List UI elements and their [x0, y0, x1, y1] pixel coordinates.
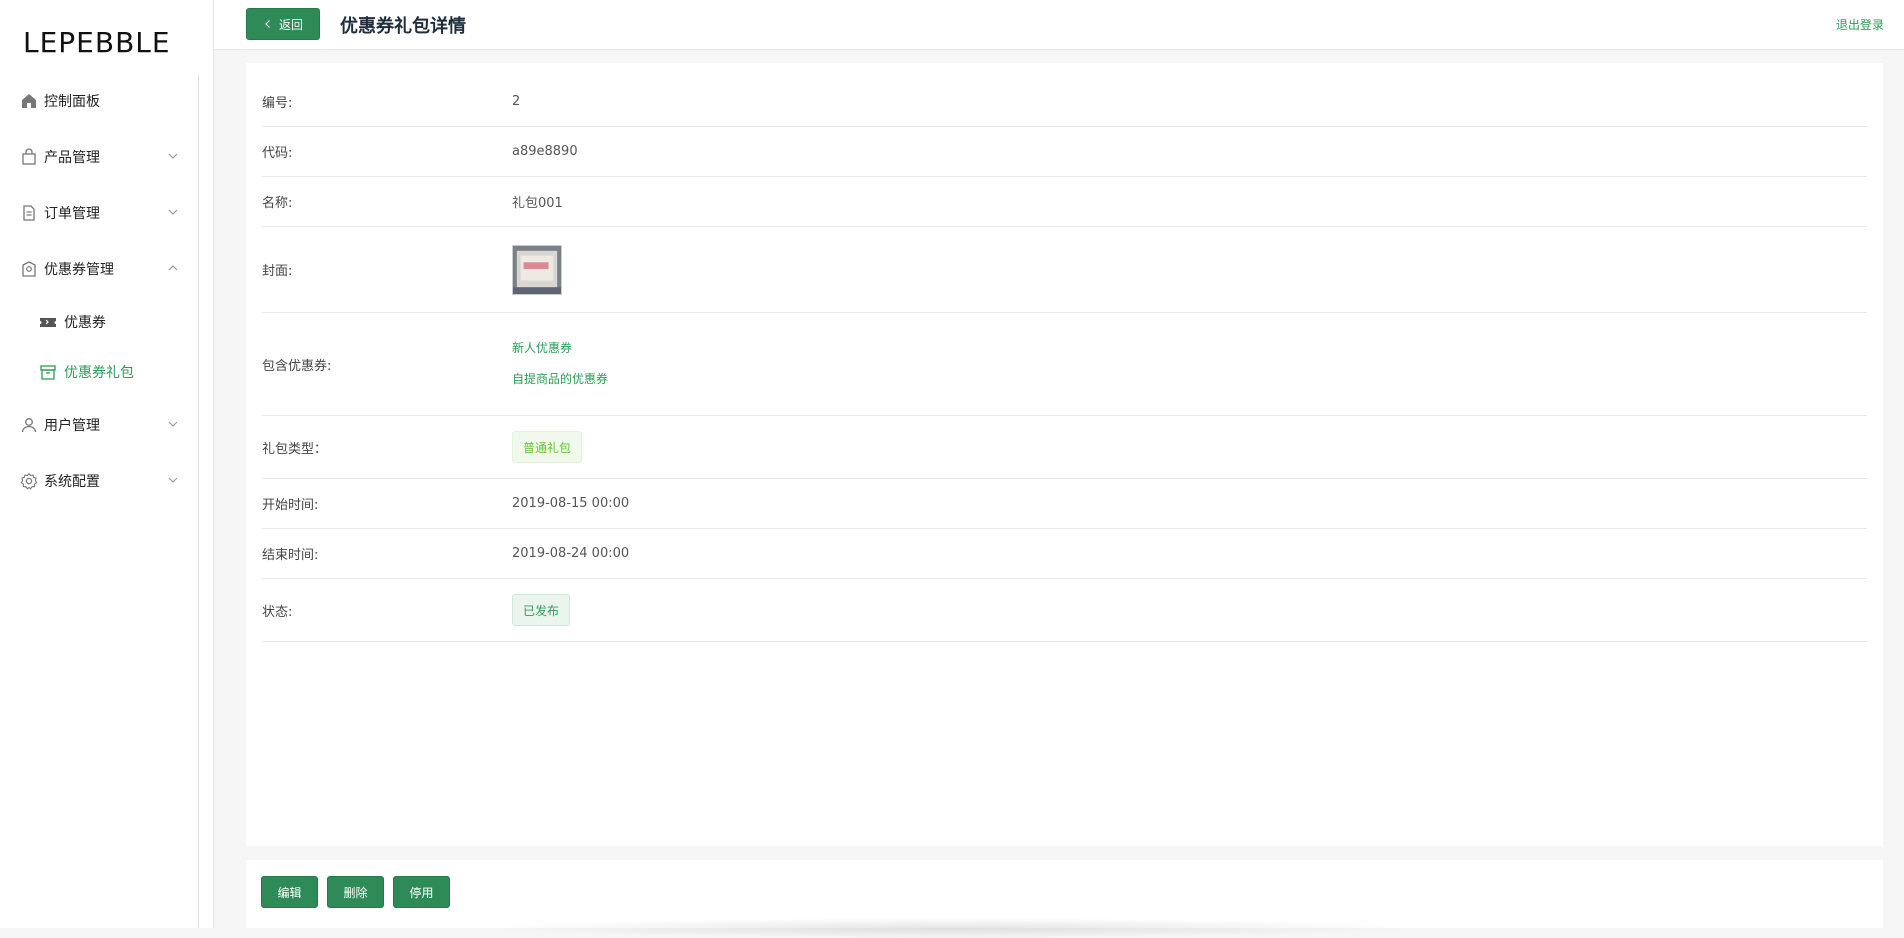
user-icon — [21, 418, 37, 433]
sidebar-item-orders[interactable]: 订单管理 — [0, 191, 199, 235]
status-badge: 已发布 — [512, 594, 571, 626]
type-value-wrap: 普通礼包 — [512, 431, 583, 463]
chevron-down-icon — [168, 421, 178, 427]
sidebar-item-label: 产品管理 — [44, 150, 100, 166]
sidebar-item-label: 用户管理 — [44, 418, 100, 434]
name-label: 名称: — [262, 196, 293, 211]
code-value: a89e8890 — [512, 144, 578, 159]
bottom-shadow — [480, 918, 1420, 938]
edit-button[interactable]: 编辑 — [261, 876, 318, 908]
detail-card: 编号: 2 代码: a89e8890 名称: 礼包001 封面: 包含优惠券: … — [246, 63, 1883, 846]
id-label: 编号: — [262, 96, 293, 111]
cover-label: 封面: — [262, 264, 293, 279]
sidebar-item-coupon-management[interactable]: 优惠券管理 — [0, 247, 199, 291]
detail-row-start: 开始时间: 2019-08-15 00:00 — [262, 479, 1867, 529]
sidebar-item-label: 订单管理 — [44, 206, 100, 222]
detail-row-cover: 封面: — [262, 227, 1867, 313]
name-value: 礼包001 — [512, 196, 563, 211]
sidebar-item-label: 优惠券管理 — [44, 262, 114, 278]
back-button-label: 返回 — [278, 17, 303, 32]
ticket-icon — [40, 318, 56, 327]
box-icon — [40, 365, 56, 380]
chevron-down-icon — [168, 153, 178, 159]
start-value: 2019-08-15 00:00 — [512, 496, 630, 511]
disable-button[interactable]: 停用 — [393, 876, 450, 908]
sidebar-item-coupons[interactable]: 优惠券 — [0, 300, 199, 344]
coupon-link[interactable]: 新人优惠券 — [512, 339, 608, 356]
gear-icon — [20, 472, 38, 490]
code-label: 代码: — [262, 146, 293, 161]
coupon-shield-icon — [22, 261, 36, 277]
sidebar-item-dashboard[interactable]: 控制面板 — [0, 79, 199, 123]
chevron-left-icon — [265, 20, 270, 28]
detail-row-status: 状态: 已发布 — [262, 579, 1867, 642]
back-button[interactable]: 返回 — [246, 8, 320, 40]
chevron-down-icon — [168, 209, 178, 215]
id-value: 2 — [512, 94, 521, 109]
document-icon — [23, 205, 35, 221]
end-value: 2019-08-24 00:00 — [512, 546, 630, 561]
coupon-link[interactable]: 自提商品的优惠券 — [512, 370, 608, 387]
sidebar-item-label: 系统配置 — [44, 474, 100, 490]
chevron-down-icon — [168, 477, 178, 483]
page-title: 优惠券礼包详情 — [340, 16, 466, 37]
sidebar-item-products[interactable]: 产品管理 — [0, 135, 199, 179]
type-label: 礼包类型： — [262, 441, 328, 457]
app-logo: LEPEBBLE — [23, 26, 171, 59]
package-type-tag: 普通礼包 — [512, 431, 583, 463]
status-label: 状态: — [262, 604, 293, 620]
sidebar: LEPEBBLE 控制面板 产品管理 订单管理 优惠券管理 优惠券 优惠券礼包 … — [0, 0, 214, 928]
home-icon — [22, 94, 36, 108]
detail-row-coupons: 包含优惠券: 新人优惠券 自提商品的优惠券 — [262, 313, 1867, 416]
detail-row-name: 名称: 礼包001 — [262, 177, 1867, 227]
sidebar-item-users[interactable]: 用户管理 — [0, 403, 199, 447]
end-label: 结束时间: — [262, 548, 319, 563]
coupons-label: 包含优惠券: — [262, 358, 332, 374]
logout-link[interactable]: 退出登录 — [1836, 16, 1884, 33]
detail-row-code: 代码: a89e8890 — [262, 127, 1867, 177]
detail-row-id: 编号: 2 — [262, 77, 1867, 127]
status-value-wrap: 已发布 — [512, 594, 571, 626]
sidebar-item-label: 优惠券礼包 — [64, 365, 134, 381]
start-label: 开始时间: — [262, 498, 319, 513]
delete-button[interactable]: 删除 — [327, 876, 384, 908]
detail-row-end: 结束时间: 2019-08-24 00:00 — [262, 529, 1867, 579]
sidebar-item-label: 控制面板 — [44, 94, 100, 110]
sidebar-item-coupon-packages[interactable]: 优惠券礼包 — [0, 350, 199, 394]
top-header: 返回 优惠券礼包详情 退出登录 — [214, 0, 1904, 50]
cover-value — [512, 244, 562, 295]
cover-image[interactable] — [512, 244, 562, 295]
detail-row-type: 礼包类型： 普通礼包 — [262, 416, 1867, 479]
bag-icon — [22, 148, 36, 165]
chevron-up-icon — [168, 265, 178, 271]
sidebar-item-label: 优惠券 — [64, 315, 106, 331]
coupons-list: 新人优惠券 自提商品的优惠券 — [512, 339, 608, 387]
sidebar-item-settings[interactable]: 系统配置 — [0, 459, 199, 503]
